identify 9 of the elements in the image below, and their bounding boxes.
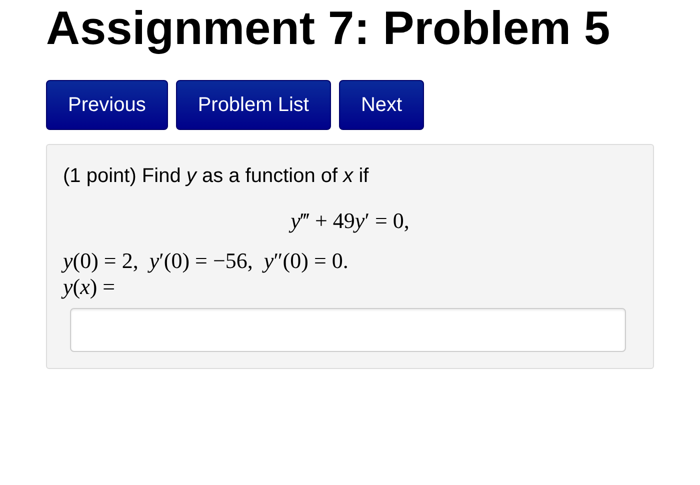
nav-button[interactable]: Next [338, 80, 424, 130]
answer-field[interactable] [70, 308, 626, 352]
answer-label: y(x) = [63, 274, 116, 300]
initial-conditions: y(0) = 2, y′(0) = −56, y″(0) = 0. [63, 248, 350, 274]
page-title: Assignment 7: Problem 5 [46, 0, 612, 56]
differential-equation: y‴ + 49y′ = 0, [288, 208, 410, 234]
problem-statement: (1 point) Find y as a function of x if [63, 165, 370, 188]
nav-button[interactable]: Problem List [176, 80, 331, 130]
nav-button[interactable]: Previous [46, 80, 168, 130]
